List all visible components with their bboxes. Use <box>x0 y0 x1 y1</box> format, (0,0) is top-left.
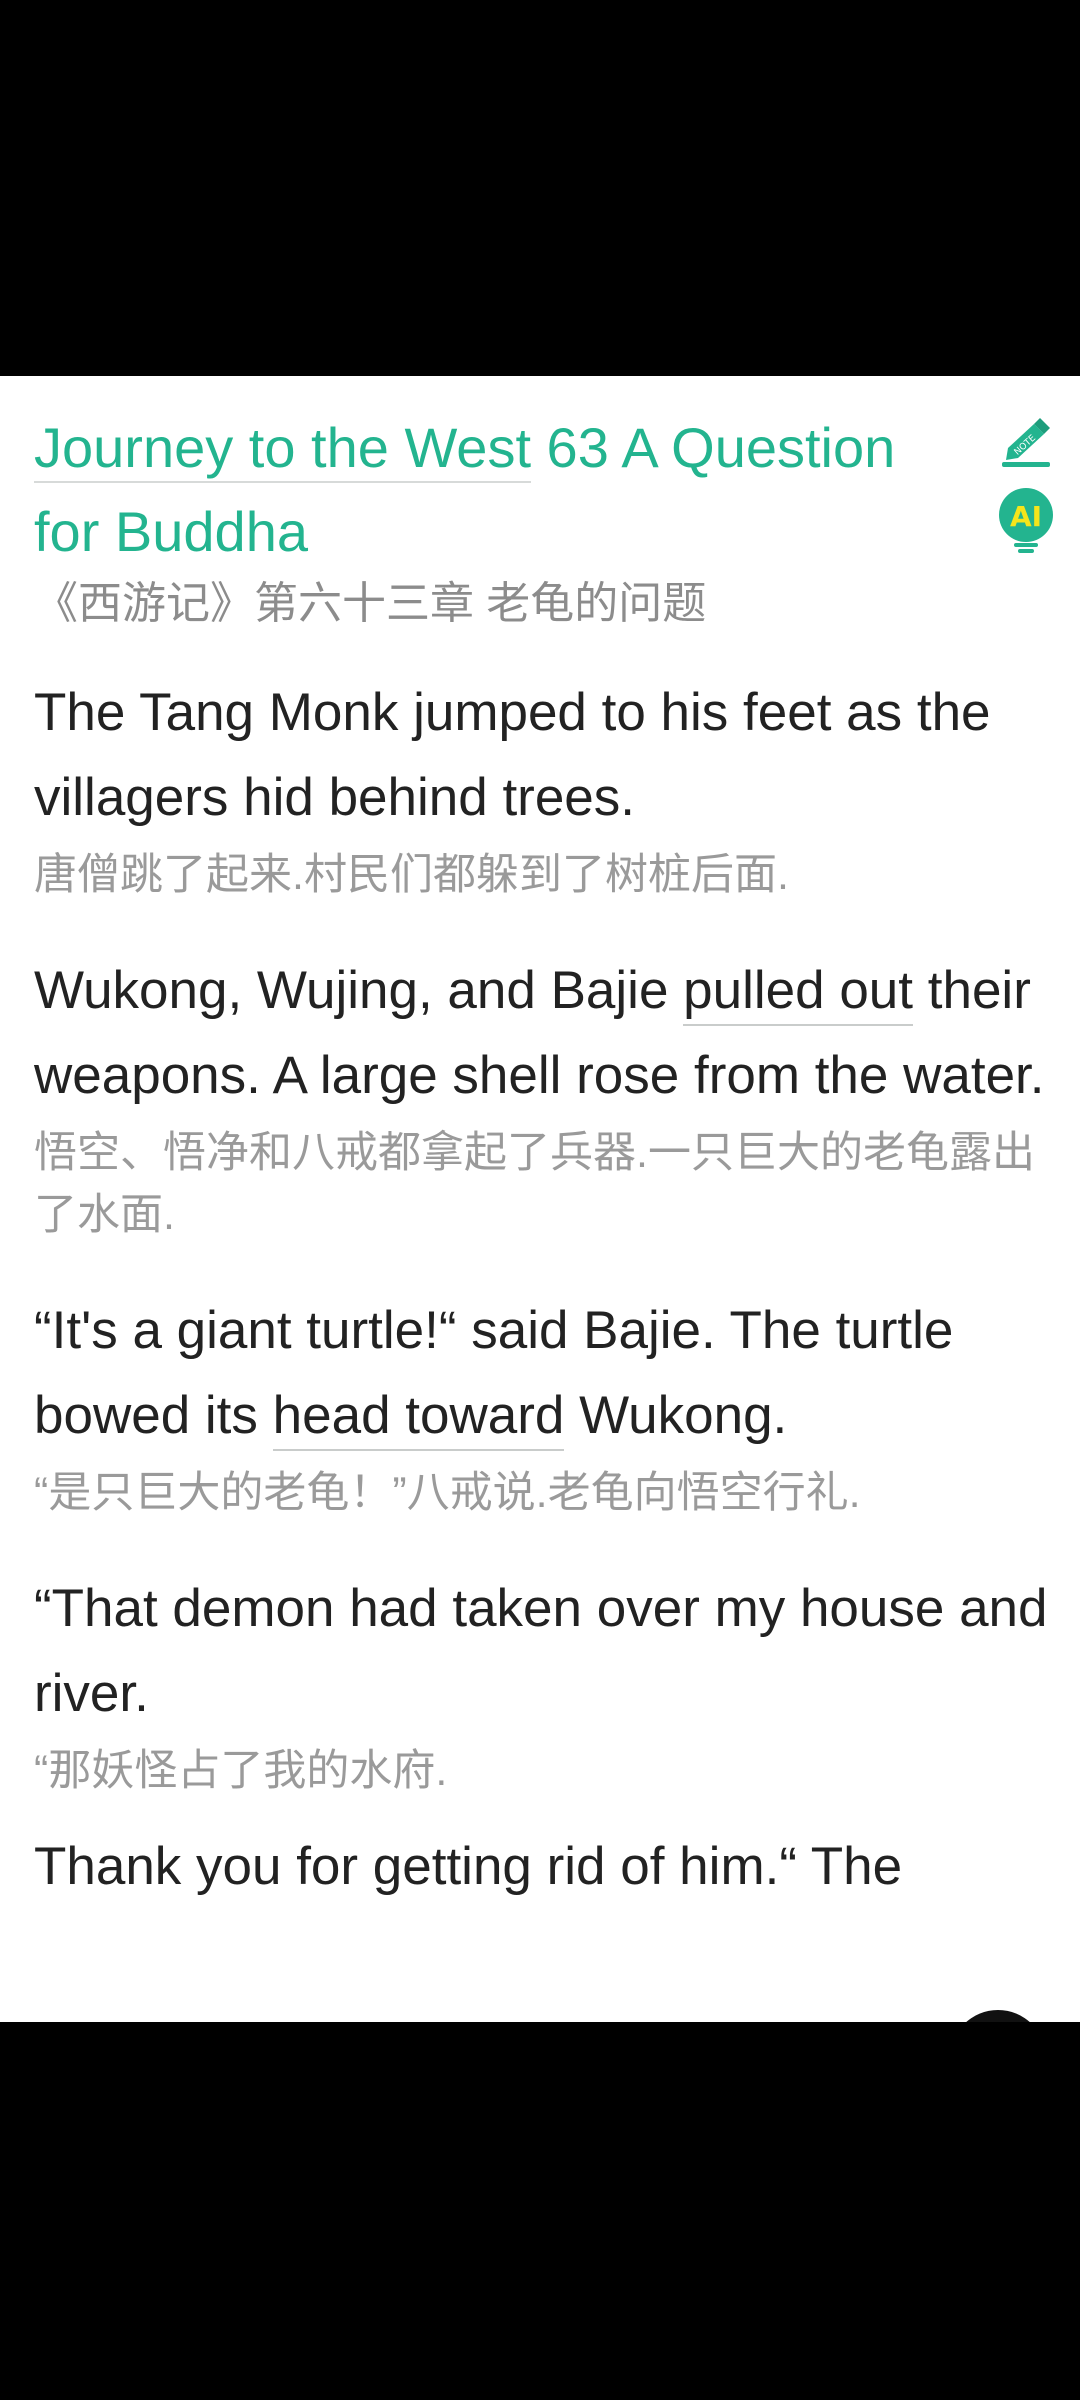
paragraph: Wukong, Wujing, and Bajie pulled out the… <box>34 948 1054 1246</box>
sentence-text: The Tang Monk jumped to his feet as the … <box>34 683 991 827</box>
paragraph: “It's a giant turtle!“ said Bajie. The t… <box>34 1288 1054 1524</box>
note-button[interactable]: NOTE <box>998 418 1054 468</box>
paragraph: “That demon had taken over my house and … <box>34 1566 1054 1802</box>
phone-screen: Journey to the West 63 A Question for Bu… <box>0 0 1080 2400</box>
phrase-highlight-head-toward[interactable]: head toward <box>272 1386 565 1451</box>
note-icon: NOTE <box>1002 418 1050 467</box>
chinese-translation: 唐僧跳了起来.村民们都躲到了树桩后面. <box>34 851 789 899</box>
article-subtitle: 《西游记》第六十三章 老龟的问题 <box>34 579 707 628</box>
paragraph: The Tang Monk jumped to his feet as the … <box>34 670 1054 906</box>
english-sentence[interactable]: “It's a giant turtle!“ said Bajie. The t… <box>34 1288 1054 1458</box>
floating-action-button[interactable] <box>950 2010 1046 2022</box>
english-sentence-partial[interactable]: Thank you for getting rid of him.“ The <box>34 1824 1054 1909</box>
article-title: Journey to the West 63 A Question for Bu… <box>34 406 964 574</box>
sentence-text: Wukong. <box>564 1386 788 1445</box>
article-content: Journey to the West 63 A Question for Bu… <box>34 406 1054 1909</box>
chinese-translation: “是只巨大的老龟！”八戒说.老龟向悟空行礼. <box>34 1469 861 1517</box>
english-sentence[interactable]: “That demon had taken over my house and … <box>34 1566 1054 1736</box>
svg-text:AI: AI <box>1010 500 1042 533</box>
title-link[interactable]: Journey to the West <box>34 416 531 483</box>
sentence-text: Wukong, Wujing, and Bajie <box>34 961 684 1020</box>
reader-page: Journey to the West 63 A Question for Bu… <box>0 376 1080 2022</box>
paragraph-partial: Thank you for getting rid of him.“ The <box>34 1824 1054 1909</box>
chinese-translation: 悟空、悟净和八戒都拿起了兵器.一只巨大的老龟露出了水面. <box>34 1129 1035 1239</box>
english-sentence[interactable]: The Tang Monk jumped to his feet as the … <box>34 670 1054 840</box>
sentence-text: “That demon had taken over my house and … <box>34 1579 1048 1723</box>
english-sentence[interactable]: Wukong, Wujing, and Bajie pulled out the… <box>34 948 1054 1118</box>
chinese-translation: “那妖怪占了我的水府. <box>34 1747 448 1795</box>
phrase-highlight-pulled-out[interactable]: pulled out <box>683 961 914 1026</box>
ai-bulb-icon: AI <box>999 488 1053 553</box>
side-toolbar: NOTE AI <box>992 418 1062 554</box>
ai-assistant-button[interactable]: AI <box>996 488 1056 554</box>
